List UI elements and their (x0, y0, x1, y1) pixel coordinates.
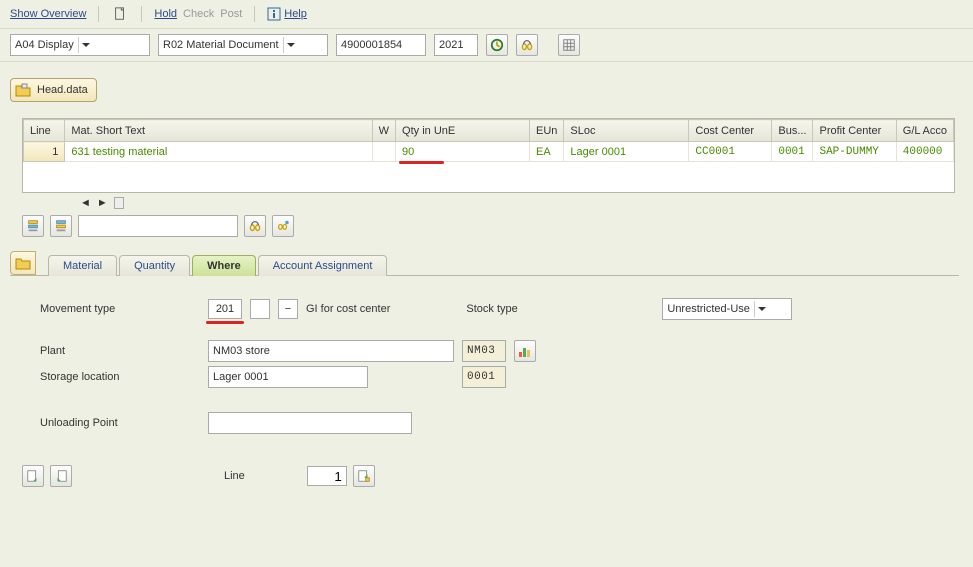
mid-toolbar (22, 215, 973, 237)
headdata-label: Head.data (37, 84, 88, 96)
stock-type-value: Unrestricted-Use (667, 303, 750, 315)
doctype-dropdown[interactable]: R02 Material Document (158, 34, 328, 56)
year-value: 2021 (439, 39, 463, 51)
mvt-extra-box[interactable] (250, 299, 270, 319)
help-link[interactable]: Help (284, 8, 307, 20)
movement-type-label: Movement type (40, 303, 200, 315)
col-line[interactable]: Line (24, 120, 65, 142)
col-eun[interactable]: EUn (530, 120, 564, 142)
filter-icon-2[interactable] (50, 215, 72, 237)
post-link: Post (220, 8, 242, 20)
table-row[interactable]: 1 631 testing material 90 EA Lager 0001 … (24, 142, 954, 162)
grid-header-row: Line Mat. Short Text W Qty in UnE EUn SL… (24, 120, 954, 142)
qty-value: 90 (402, 146, 414, 158)
col-w[interactable]: W (372, 120, 395, 142)
cell-qty[interactable]: 90 (396, 142, 530, 162)
find-icon-2[interactable] (244, 215, 266, 237)
sloc-field[interactable]: Lager 0001 (208, 366, 368, 388)
find-icon[interactable] (516, 34, 538, 56)
sloc-label: Storage location (40, 371, 200, 383)
cell-cc[interactable]: CC0001 (689, 142, 772, 162)
tab-material[interactable]: Material (48, 255, 117, 276)
scroll-left-icon[interactable]: ◄ (80, 197, 91, 209)
tab-account[interactable]: Account Assignment (258, 255, 388, 276)
where-panel: Movement type 201 − GI for cost center S… (10, 275, 959, 455)
plant-field[interactable]: NM03 store (208, 340, 454, 362)
execute-icon[interactable] (486, 34, 508, 56)
tab-where[interactable]: Where (192, 255, 256, 276)
scroll-indicator[interactable] (114, 197, 124, 209)
grid-scroller: ◄ ► (80, 197, 973, 209)
line-go-icon[interactable] (353, 465, 375, 487)
folder-icon (15, 83, 31, 97)
cell-gl[interactable]: 400000 (896, 142, 953, 162)
plant-code-field[interactable]: NM03 (462, 340, 506, 362)
detail-toggle-icon[interactable] (10, 251, 36, 275)
line-number-field[interactable] (307, 466, 347, 486)
top-toolbar: Show Overview Hold Check Post Help (0, 0, 973, 28)
cell-pc[interactable]: SAP-DUMMY (813, 142, 896, 162)
col-sloc[interactable]: SLoc (564, 120, 689, 142)
chevron-down-icon (78, 37, 94, 53)
new-doc-icon[interactable] (111, 3, 129, 25)
gi-text: GI for cost center (306, 303, 390, 315)
hold-link[interactable]: Hold (154, 8, 177, 20)
chevron-down-icon (283, 37, 299, 53)
sloc-code-field[interactable]: 0001 (462, 366, 506, 388)
year-field[interactable]: 2021 (434, 34, 478, 56)
mvt-minus-box[interactable]: − (278, 299, 298, 319)
headdata-toggle[interactable]: Head.data (10, 78, 97, 102)
chevron-down-icon (754, 301, 770, 317)
col-pc[interactable]: Profit Center (813, 120, 896, 142)
cell-mat[interactable]: 631 testing material (65, 142, 372, 162)
stock-type-label: Stock type (466, 303, 586, 315)
cell-bus[interactable]: 0001 (772, 142, 813, 162)
plant-label: Plant (40, 345, 200, 357)
search-input[interactable] (78, 215, 238, 237)
help-info-icon[interactable]: Help (267, 7, 307, 21)
cell-sloc[interactable]: Lager 0001 (564, 142, 689, 162)
col-qty[interactable]: Qty in UnE (396, 120, 530, 142)
col-bus[interactable]: Bus... (772, 120, 813, 142)
selection-bar: A04 Display R02 Material Document 490000… (0, 28, 973, 62)
mode-value: A04 Display (15, 39, 74, 51)
mode-dropdown[interactable]: A04 Display (10, 34, 150, 56)
next-item-icon[interactable] (50, 465, 72, 487)
line-label: Line (224, 470, 245, 482)
find-next-icon[interactable] (272, 215, 294, 237)
col-cc[interactable]: Cost Center (689, 120, 772, 142)
bottom-bar: Line (0, 455, 973, 487)
doctype-value: R02 Material Document (163, 39, 279, 51)
cell-line[interactable]: 1 (24, 142, 65, 162)
check-link: Check (183, 8, 214, 20)
stock-type-dropdown[interactable]: Unrestricted-Use (662, 298, 792, 320)
plant-chart-icon[interactable] (514, 340, 536, 362)
unloading-label: Unloading Point (40, 417, 200, 429)
docnum-value: 4900001854 (341, 39, 402, 51)
cell-w[interactable] (372, 142, 395, 162)
grid-view-icon[interactable] (558, 34, 580, 56)
scroll-right-icon[interactable]: ► (97, 197, 108, 209)
movement-type-field[interactable]: 201 (208, 299, 242, 319)
item-grid: Line Mat. Short Text W Qty in UnE EUn SL… (22, 118, 955, 193)
col-mat[interactable]: Mat. Short Text (65, 120, 372, 142)
docnum-field[interactable]: 4900001854 (336, 34, 426, 56)
filter-icon-1[interactable] (22, 215, 44, 237)
show-overview-link[interactable]: Show Overview (10, 8, 86, 20)
unloading-field[interactable] (208, 412, 412, 434)
col-gl[interactable]: G/L Acco (896, 120, 953, 142)
tab-quantity[interactable]: Quantity (119, 255, 190, 276)
tabstrip: Material Quantity Where Account Assignme… (10, 251, 973, 275)
cell-eun[interactable]: EA (530, 142, 564, 162)
prev-item-icon[interactable] (22, 465, 44, 487)
